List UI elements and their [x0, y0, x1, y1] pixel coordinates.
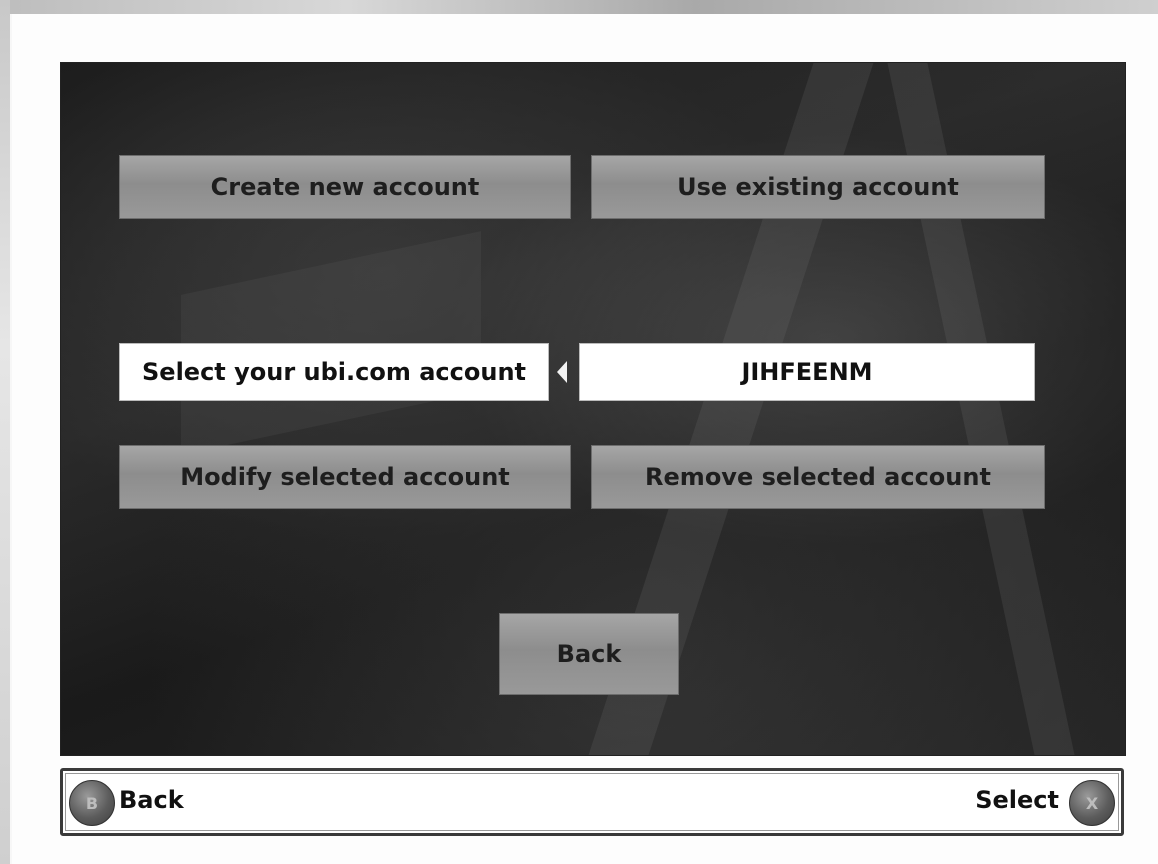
game-screen: Create new account Use existing account …: [60, 62, 1126, 756]
use-existing-account-button[interactable]: Use existing account: [591, 155, 1045, 219]
selected-account-value[interactable]: JIHFEENM: [579, 343, 1035, 401]
select-hint-label: Select: [975, 786, 1059, 814]
x-button-icon[interactable]: X: [1069, 780, 1115, 826]
scan-left-edge: [0, 0, 10, 864]
create-new-account-button[interactable]: Create new account: [119, 155, 571, 219]
b-button-icon[interactable]: B: [69, 780, 115, 826]
remove-selected-account-button[interactable]: Remove selected account: [591, 445, 1045, 509]
scan-top-edge: [0, 0, 1158, 14]
modify-selected-account-button[interactable]: Modify selected account: [119, 445, 571, 509]
controller-hint-bar: B Back Select X: [60, 768, 1124, 836]
account-prev-arrow-icon[interactable]: [557, 361, 567, 383]
back-button[interactable]: Back: [499, 613, 679, 695]
select-account-label: Select your ubi.com account: [119, 343, 549, 401]
back-hint-label: Back: [119, 786, 184, 814]
